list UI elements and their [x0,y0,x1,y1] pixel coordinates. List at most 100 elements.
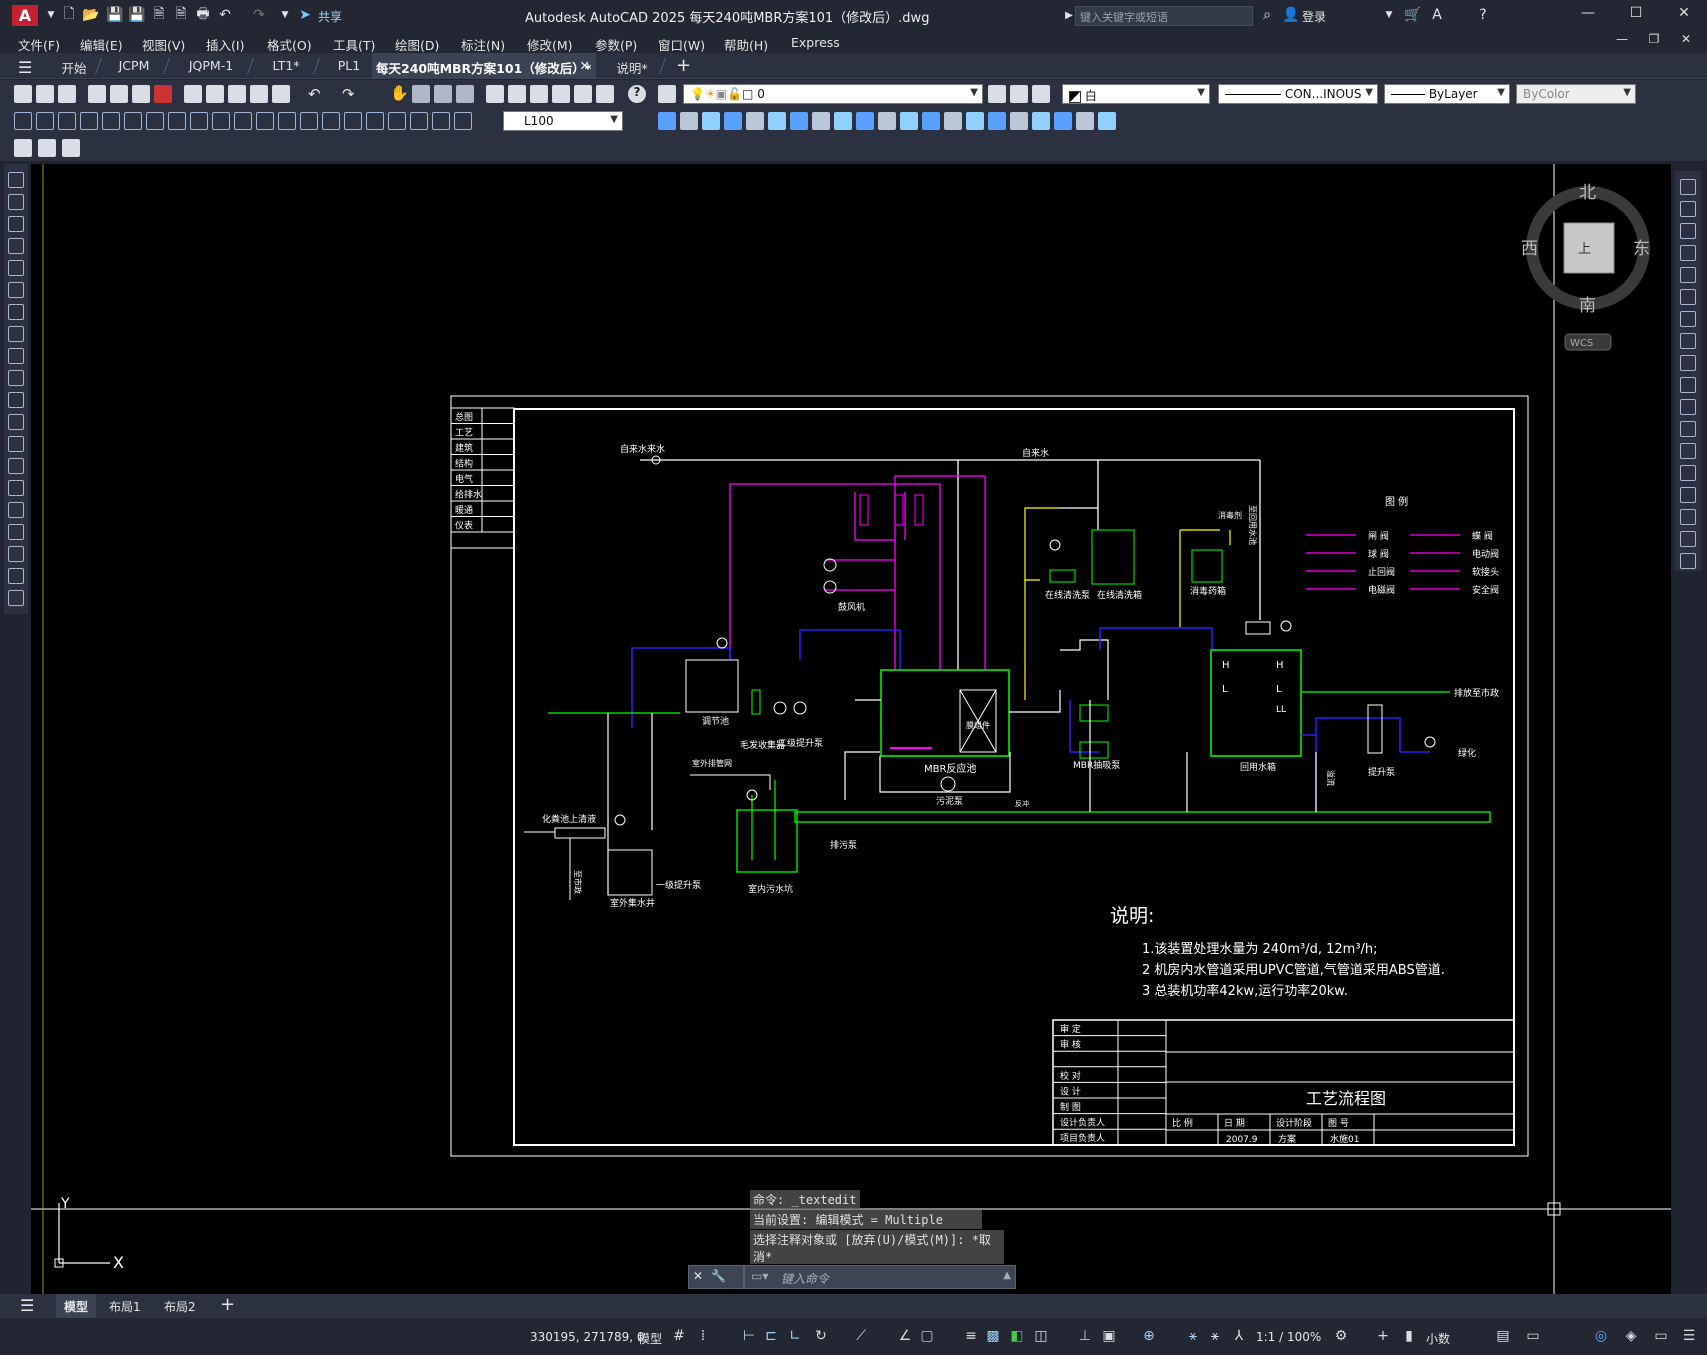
layer-state-icon[interactable] [1032,85,1050,103]
menu-window[interactable]: 窗口(W) [658,35,705,54]
make-current-layer-icon[interactable] [988,85,1006,103]
view-front-icon[interactable] [658,112,676,130]
circle-icon[interactable] [8,304,24,320]
layer-properties-icon[interactable] [658,85,676,103]
share-button[interactable]: 共享 [318,8,342,25]
render-icon[interactable] [922,112,940,130]
array-icon[interactable] [1680,267,1696,283]
menu-express[interactable]: Express [791,35,840,50]
sheet-set-icon[interactable] [552,85,570,103]
layer-dropdown[interactable]: 💡☀▣🔓□ 0 ▼ [683,84,983,104]
annotation-monitor-icon[interactable]: + [1374,1328,1392,1346]
add-selected-icon[interactable] [8,590,24,606]
rectangle-icon[interactable] [8,260,24,276]
autodesk-app-icon[interactable]: A [1428,6,1446,24]
polygon-icon[interactable] [8,238,24,254]
3d-osnap-icon[interactable]: ◫ [1032,1328,1050,1346]
mirror-icon[interactable] [1680,223,1696,239]
tab-notes[interactable]: 说明* [604,53,660,79]
login-chevron-icon[interactable]: ▼ [1380,6,1398,24]
dimstyle-dropdown[interactable]: L100 ▼ [503,111,623,131]
scale-text-icon[interactable] [62,139,80,157]
tab-jcpm[interactable]: JCPM [104,53,164,79]
open-folder-icon[interactable]: 📂 [82,6,100,24]
design-center-icon[interactable] [508,85,526,103]
menu-edit[interactable]: 编辑(E) [80,35,123,54]
move-icon[interactable] [1680,289,1696,305]
ellipse-icon[interactable] [8,370,24,386]
point-icon[interactable] [8,458,24,474]
tab-start[interactable]: 开始 [50,53,98,79]
hamburger-menu-icon[interactable]: ☰ [18,58,32,77]
quickcalc-icon[interactable] [596,85,614,103]
view-right-icon[interactable] [724,112,742,130]
erase-icon[interactable] [1680,179,1696,195]
menu-parametric[interactable]: 参数(P) [595,35,637,54]
open-web-icon[interactable]: 🗎 [150,6,168,24]
open-icon[interactable] [36,85,54,103]
line-icon[interactable] [8,172,24,188]
annotation-scale-value[interactable]: 1:1 / 100% [1256,1330,1321,1344]
menu-file[interactable]: 文件(F) [18,35,60,54]
material-icon[interactable] [944,112,962,130]
orbit-icon[interactable] [790,112,808,130]
dim-update-icon[interactable] [432,112,450,130]
cut-icon[interactable] [184,85,202,103]
save-as-icon[interactable]: 💾 [128,6,146,24]
coordinates-readout[interactable]: 330195, 271789, 0 [530,1330,645,1344]
zoom-realtime-icon[interactable] [412,85,430,103]
free-orbit-icon[interactable] [812,112,830,130]
visual-style-icon[interactable] [900,112,918,130]
diameter-dim-icon[interactable] [146,112,164,130]
linetype-dropdown[interactable]: CON...INOUS ▼ [1218,84,1378,104]
workspace-gear-icon[interactable]: ⚙ [1332,1328,1350,1346]
zoom-previous-icon[interactable] [456,85,474,103]
copy-icon[interactable] [1680,201,1696,217]
fly-icon[interactable] [856,112,874,130]
customize-command-icon[interactable]: 🔧 [711,1269,726,1283]
scale-icon[interactable] [1680,333,1696,349]
region-icon[interactable] [8,524,24,540]
tab-layout1[interactable]: 布局1 [109,1298,141,1315]
infer-constraints-icon[interactable]: ⊢ [740,1328,758,1346]
tab-model[interactable]: 模型 [56,1294,96,1318]
extend-icon[interactable] [1680,399,1696,415]
match-properties-icon[interactable] [250,85,268,103]
minimize-window-button[interactable]: — [1578,5,1598,25]
polyline-icon[interactable] [8,216,24,232]
dynamic-ucs-icon[interactable]: ⊥ [1076,1328,1094,1346]
lineweight-icon[interactable]: ≡ [962,1328,980,1346]
cart-icon[interactable]: 🛒 [1404,6,1422,24]
ellipse-arc-icon[interactable] [8,392,24,408]
tab-lt1[interactable]: LT1* [256,53,316,79]
close-window-button[interactable]: ✕ [1674,5,1694,25]
save-web-icon[interactable]: 🗎 [172,6,190,24]
dynamic-input-icon[interactable]: ⊏ [762,1328,780,1346]
plot-icon[interactable]: 🖶 [194,6,212,24]
revision-cloud-icon[interactable] [8,326,24,342]
lineweight-dropdown[interactable]: ByLayer ▼ [1384,84,1510,104]
walk-icon[interactable] [834,112,852,130]
quick-dim-icon[interactable] [190,112,208,130]
edit-attribute-icon[interactable] [38,139,56,157]
lock-ui-icon[interactable]: ▭ [1524,1328,1542,1346]
gizmo-icon[interactable]: ⊕ [1140,1328,1158,1346]
menu-tools[interactable]: 工具(T) [333,35,375,54]
stretch-icon[interactable] [1680,355,1696,371]
pdf-icon[interactable] [154,85,172,103]
blend-icon[interactable] [1680,531,1696,547]
join-icon[interactable] [1680,465,1696,481]
annotation-scale-icon[interactable]: ⅄ [1230,1328,1248,1346]
properties-icon[interactable] [486,85,504,103]
trim-icon[interactable] [1680,377,1696,393]
chamfer-icon[interactable] [1680,487,1696,503]
edit-text-icon[interactable] [14,139,32,157]
construction-line-icon[interactable] [8,194,24,210]
paste-icon[interactable] [228,85,246,103]
hatch-icon[interactable] [8,480,24,496]
doc-restore-button[interactable]: ❐ [1644,32,1664,52]
ucs-face-icon[interactable] [1076,112,1094,130]
isodraft-icon[interactable]: ⟋ [852,1328,870,1346]
camera-icon[interactable] [878,112,896,130]
publish-icon[interactable] [132,85,150,103]
